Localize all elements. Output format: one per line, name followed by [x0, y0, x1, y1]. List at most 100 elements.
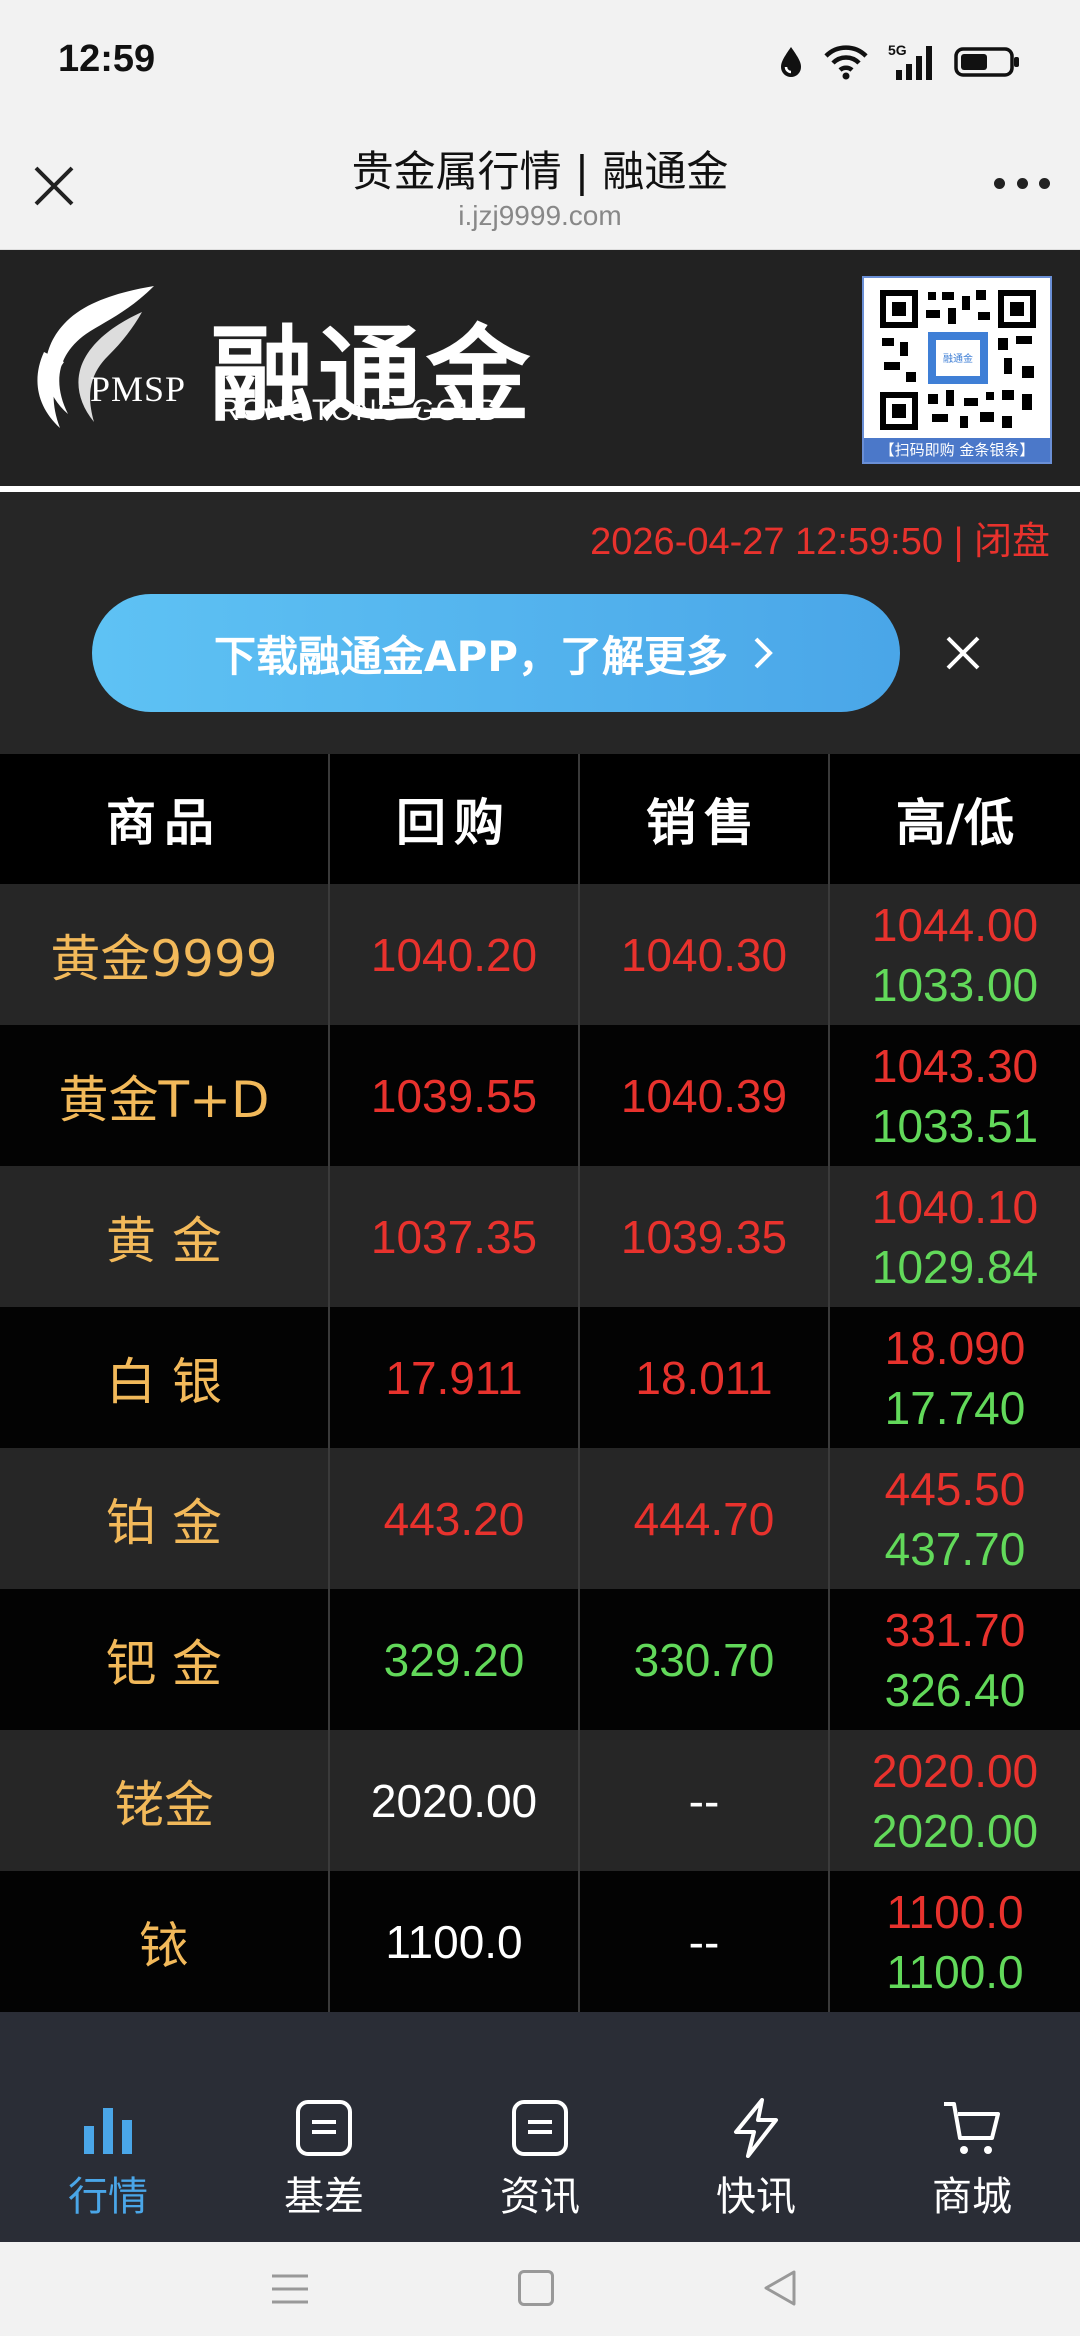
- qr-code-icon: 融通金: [880, 290, 1036, 430]
- sell-price: 18.011: [635, 1351, 773, 1404]
- brand-header: PMSP 融通金 RONGTONG GOLD 融通金 【扫码即购 金条银条】: [0, 250, 1080, 486]
- status-bar: 12:59 5G: [0, 0, 1080, 120]
- buyback-cell: 443.20: [330, 1448, 580, 1589]
- low-price: 1029.84: [871, 1240, 1039, 1293]
- low-price: 1033.00: [871, 958, 1039, 1011]
- product-name: 铱: [139, 1916, 189, 1975]
- table-row[interactable]: 黄金T+D 1039.55 1040.39 1043.30 1033.51: [0, 1025, 1080, 1166]
- logo-subtitle: RONGTONG GOLD: [218, 394, 501, 427]
- high-price: 1043.30: [871, 1039, 1039, 1092]
- sell-cell: 444.70: [580, 1448, 830, 1589]
- high-price: 2020.00: [871, 1744, 1039, 1797]
- buyback-price: 443.20: [383, 1492, 525, 1545]
- high-low-cell: 1040.10 1029.84: [830, 1166, 1080, 1307]
- product-name: 铂 金: [106, 1493, 222, 1552]
- sell-cell: 1040.39: [580, 1025, 830, 1166]
- browser-header: 贵金属行情 | 融通金 i.jzj9999.com: [0, 120, 1080, 250]
- low-price: 1100.0: [886, 1945, 1024, 1998]
- high-low-cell: 1100.0 1100.0: [830, 1871, 1080, 2012]
- sell-cell: 1039.35: [580, 1166, 830, 1307]
- table-row[interactable]: 黄 金 1037.35 1039.35 1040.10 1029.84: [0, 1166, 1080, 1307]
- high-low-cell: 331.70 326.40: [830, 1589, 1080, 1730]
- signal-5g-icon: 5G: [888, 42, 932, 80]
- bottom-nav: 行情 基差 资讯 快讯 商城: [0, 2012, 1080, 2242]
- close-banner-icon[interactable]: [940, 630, 986, 676]
- product-name: 铑金: [114, 1775, 214, 1834]
- buyback-cell: 1037.35: [330, 1166, 580, 1307]
- wifi-icon: [824, 45, 868, 80]
- header-buyback: 回购: [330, 754, 580, 884]
- buyback-cell: 1039.55: [330, 1025, 580, 1166]
- sell-cell: 1040.30: [580, 884, 830, 1025]
- download-app-banner[interactable]: 下载融通金APP，了解更多: [92, 594, 900, 712]
- sell-price: --: [688, 1915, 720, 1968]
- quotes-content: 2026-04-27 12:59:50 | 闭盘 下载融通金APP，了解更多 商…: [0, 492, 1080, 2012]
- nav-item-mall[interactable]: 商城: [864, 2012, 1080, 2242]
- buyback-cell: 17.911: [330, 1307, 580, 1448]
- nav-label: 行情: [68, 2174, 148, 2220]
- sell-price: 330.70: [633, 1633, 775, 1686]
- page-title: 贵金属行情 | 融通金: [351, 147, 729, 196]
- product-cell: 铂 金: [0, 1448, 330, 1589]
- back-icon[interactable]: [760, 2268, 800, 2308]
- buyback-price: 1039.55: [370, 1069, 538, 1122]
- header-high-low: 高/低: [895, 794, 1015, 852]
- buyback-cell: 329.20: [330, 1589, 580, 1730]
- table-row[interactable]: 白 银 17.911 18.011 18.090 17.740: [0, 1307, 1080, 1448]
- buyback-price: 1100.0: [385, 1915, 523, 1968]
- document-icon: [512, 2100, 568, 2156]
- high-low-cell: 2020.00 2020.00: [830, 1730, 1080, 1871]
- product-cell: 黄金T+D: [0, 1025, 330, 1166]
- nav-item-flash[interactable]: 快讯: [648, 2012, 864, 2242]
- qr-code[interactable]: 融通金 【扫码即购 金条银条】: [862, 276, 1052, 464]
- buyback-price: 1037.35: [370, 1210, 538, 1263]
- bar-chart-icon: [84, 2108, 132, 2154]
- high-price: 18.090: [884, 1321, 1026, 1374]
- page-url: i.jzj9999.com: [458, 200, 622, 231]
- product-name: 钯 金: [106, 1634, 222, 1693]
- nav-item-basis[interactable]: 基差: [216, 2012, 432, 2242]
- svg-text:融通金: 融通金: [943, 352, 973, 365]
- buyback-cell: 1100.0: [330, 1871, 580, 2012]
- sell-price: --: [688, 1774, 720, 1827]
- nav-label: 资讯: [500, 2174, 580, 2220]
- table-row[interactable]: 铱 1100.0 -- 1100.0 1100.0: [0, 1871, 1080, 2012]
- buyback-price: 1040.20: [370, 928, 538, 981]
- sell-cell: 18.011: [580, 1307, 830, 1448]
- low-price: 326.40: [884, 1663, 1026, 1716]
- high-price: 331.70: [884, 1603, 1026, 1656]
- cart-icon: [944, 2102, 1000, 2154]
- table-row[interactable]: 黄金9999 1040.20 1040.30 1044.00 1033.00: [0, 884, 1080, 1025]
- sell-price: 1040.39: [620, 1069, 788, 1122]
- sell-price: 1040.30: [620, 928, 788, 981]
- high-price: 1044.00: [871, 898, 1039, 951]
- qr-caption: 【扫码即购 金条银条】: [864, 438, 1050, 462]
- battery-icon: [954, 47, 1019, 77]
- sell-price: 444.70: [633, 1492, 775, 1545]
- table-row[interactable]: 铑金 2020.00 -- 2020.00 2020.00: [0, 1730, 1080, 1871]
- product-name: 白 银: [106, 1352, 222, 1411]
- high-price: 445.50: [884, 1462, 1026, 1515]
- system-nav-bar: [0, 2242, 1080, 2336]
- sell-cell: --: [580, 1730, 830, 1871]
- buyback-price: 2020.00: [370, 1774, 538, 1827]
- nav-label: 基差: [284, 2174, 364, 2220]
- banner-text: 下载融通金APP，了解更多: [213, 631, 729, 681]
- sell-cell: --: [580, 1871, 830, 2012]
- price-table: 商品 回购 销售 高/低 黄金9999 1040.20 1040.30 1044.00…: [0, 754, 1080, 2012]
- header-sell: 销售: [580, 754, 830, 884]
- menu-icon[interactable]: [270, 2272, 310, 2306]
- table-row[interactable]: 铂 金 443.20 444.70 445.50 437.70: [0, 1448, 1080, 1589]
- home-icon[interactable]: [518, 2270, 554, 2306]
- sell-cell: 330.70: [580, 1589, 830, 1730]
- more-menu-icon[interactable]: [994, 178, 1050, 192]
- buyback-price: 329.20: [383, 1633, 525, 1686]
- nav-item-news[interactable]: 资讯: [432, 2012, 648, 2242]
- buyback-price: 17.911: [385, 1351, 523, 1404]
- table-row[interactable]: 钯 金 329.20 330.70 331.70 326.40: [0, 1589, 1080, 1730]
- nav-label: 快讯: [716, 2174, 796, 2220]
- product-cell: 钯 金: [0, 1589, 330, 1730]
- market-timestamp: 2026-04-27 12:59:50 | 闭盘: [590, 521, 1050, 563]
- nav-item-quotes[interactable]: 行情: [0, 2012, 216, 2242]
- svg-text:5G: 5G: [888, 42, 907, 58]
